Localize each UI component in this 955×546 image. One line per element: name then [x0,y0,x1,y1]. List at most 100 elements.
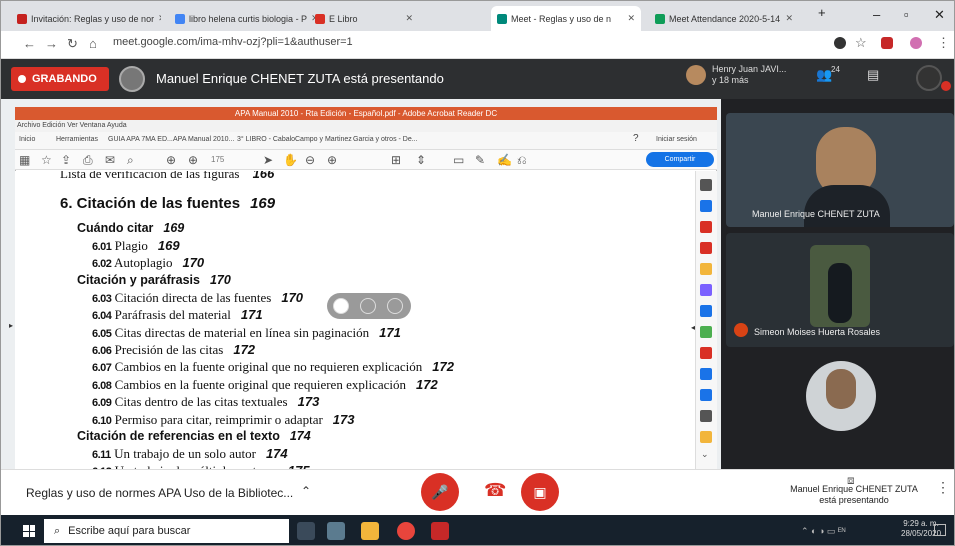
print-icon[interactable]: ⎙ [83,153,93,168]
forward-icon[interactable]: → [45,36,58,51]
windows-start-icon[interactable] [23,525,35,537]
expand-nav-icon[interactable]: ▸ [9,321,13,330]
search-icon[interactable]: ⌕ [127,153,134,168]
home-icon[interactable]: ⌂ [89,36,97,51]
file-explorer-icon[interactable] [361,522,379,540]
star-icon[interactable]: ☆ [855,35,867,51]
presenter-status[interactable]: Manuel Enrique CHENET ZUTA está presenta… [779,484,929,506]
tool-icon[interactable] [700,284,712,296]
stop-icon[interactable] [387,298,403,314]
extension-icon[interactable] [881,37,893,49]
tool-icon[interactable] [700,347,712,359]
acrobat-doc-tab[interactable]: APA Manual 2010... [173,136,234,143]
tool-icon[interactable] [700,179,712,191]
close-window-icon[interactable]: ✕ [934,7,945,23]
help-icon[interactable]: ? [633,133,639,144]
hand-icon[interactable]: ✋ [283,153,298,167]
share-button[interactable]: Compartir [646,152,714,167]
signin-link[interactable]: Iniciar sesión [656,136,697,143]
chrome-menu-icon[interactable]: ⋮ [937,35,950,51]
record-dot-icon [18,75,26,83]
collapse-pane-icon[interactable]: ◂ [691,323,695,332]
mute-icon[interactable] [360,298,376,314]
participant-tile[interactable] [726,355,954,463]
browser-tab[interactable]: libro helena curtis biologia - P✕ [169,6,319,31]
minimize-icon[interactable]: – [873,7,880,22]
stamp-icon[interactable]: ⎌ [517,153,527,168]
present-window-icon[interactable] [333,298,349,314]
toc-entry: 6.06 Precisión de las citas 172 [92,342,255,358]
participant-preview[interactable]: Henry Juan JAVI... y 18 más [712,64,792,86]
tool-icon[interactable] [700,410,712,422]
mic-off-button[interactable]: 🎤 [421,473,459,511]
close-tab-icon[interactable]: ✕ [785,13,793,24]
acrobat-menu[interactable]: Archivo Edición Ver Ventana Ayuda [15,120,717,132]
camera-off-button[interactable]: ▣ [521,473,559,511]
acrobat-doc-tab[interactable]: Inicio [19,136,35,143]
acrobat-doc-tab[interactable]: Garcia y otros - De... [353,136,418,143]
taskbar-search[interactable]: ⌕ Escribe aquí para buscar [44,519,289,543]
maximize-icon[interactable]: ▫ [904,7,909,22]
zoom-out-icon[interactable]: ⊖ [305,153,315,167]
mail-icon[interactable]: ✉ [105,153,115,167]
scroll-mode-icon[interactable]: ⇕ [416,153,426,167]
acrobat-doc-tab[interactable]: GUIA APA 7MA ED... [108,136,173,143]
tool-icon[interactable] [700,326,712,338]
scroll-down-icon[interactable]: ⌄ [701,449,709,460]
page-up-icon[interactable]: ⊕ [166,153,176,167]
tool-icon[interactable] [700,305,712,317]
page-down-icon[interactable]: ⊕ [188,153,198,167]
fit-page-icon[interactable]: ⊞ [391,153,401,167]
select-cursor-icon[interactable]: ➤ [263,153,273,167]
acrobat-doc-tab[interactable]: 3° LIBRO - Cabalo [237,136,295,143]
participant-tile[interactable]: Manuel Enrique CHENET ZUTA [726,113,954,227]
browser-tab[interactable]: Meet Attendance 2020-5-14 ✕ [649,6,799,31]
tool-icon[interactable] [700,368,712,380]
acrobat-doc-tab[interactable]: Campo y Martinez [295,136,352,143]
zoom-in-icon[interactable]: ⊕ [327,153,337,167]
browser-tab[interactable]: E Libro ✕ [309,6,419,31]
tool-icon[interactable] [700,431,712,443]
tool-icon[interactable] [700,242,712,254]
url-field[interactable]: meet.google.com/ima-mhv-ozj?pli=1&authus… [113,36,353,48]
page-number[interactable]: 175 [211,155,224,164]
close-tab-icon[interactable]: ✕ [158,13,161,24]
browser-tab[interactable]: Invitación: Reglas y uso de nor✕ [11,6,161,31]
tool-icon[interactable] [700,221,712,233]
tray-icons[interactable]: ⌃ ◐ ◑ ▭ ᴱᴺ [801,526,845,537]
acrobat-icon[interactable] [431,522,449,540]
toc-entry: 6.02 Autoplagio 170 [92,255,204,271]
tool-icon[interactable] [700,263,712,275]
hang-up-icon[interactable]: ☎ [484,480,506,501]
chat-icon[interactable]: ▤ [867,67,879,83]
meeting-name[interactable]: Reglas y uso de normes APA Uso de la Bib… [26,486,293,500]
close-tab-icon[interactable]: ✕ [405,13,413,24]
app-icon[interactable] [327,522,345,540]
notification-center-icon[interactable] [934,524,946,536]
reload-icon[interactable]: ↻ [67,36,78,52]
close-tab-icon[interactable]: ✕ [627,13,635,24]
tool-icon[interactable] [700,389,712,401]
chevron-up-icon[interactable]: ⌃ [301,484,311,498]
people-icon[interactable]: 👥 [816,67,832,83]
camera-ext-icon[interactable] [834,37,846,49]
task-view-icon[interactable] [297,522,315,540]
toc-entry: 6.01 Plagio 169 [92,238,180,254]
self-avatar[interactable] [916,65,942,91]
participant-tile[interactable]: Simeon Moises Huerta Rosales [726,233,954,347]
chrome-icon[interactable] [397,522,415,540]
tab-label: Meet Attendance 2020-5-14 [669,13,781,24]
more-options-icon[interactable]: ⋮ [936,479,950,496]
upload-icon[interactable]: ⇪ [61,153,71,167]
browser-tab[interactable]: Meet - Reglas y uso de n ✕ [491,6,641,31]
create-icon[interactable]: ▦ [19,153,30,167]
sign-icon[interactable]: ✍ [497,153,512,167]
bookmark-star-icon[interactable]: ☆ [41,153,52,167]
comment-icon[interactable]: ▭ [453,153,464,167]
back-icon[interactable]: ← [23,36,36,51]
new-tab-button[interactable]: + [818,5,826,20]
tool-icon[interactable] [700,200,712,212]
acrobat-doc-tab[interactable]: Herramientas [56,136,98,143]
pen-icon[interactable]: ✎ [475,153,485,167]
profile-avatar[interactable] [910,37,922,49]
